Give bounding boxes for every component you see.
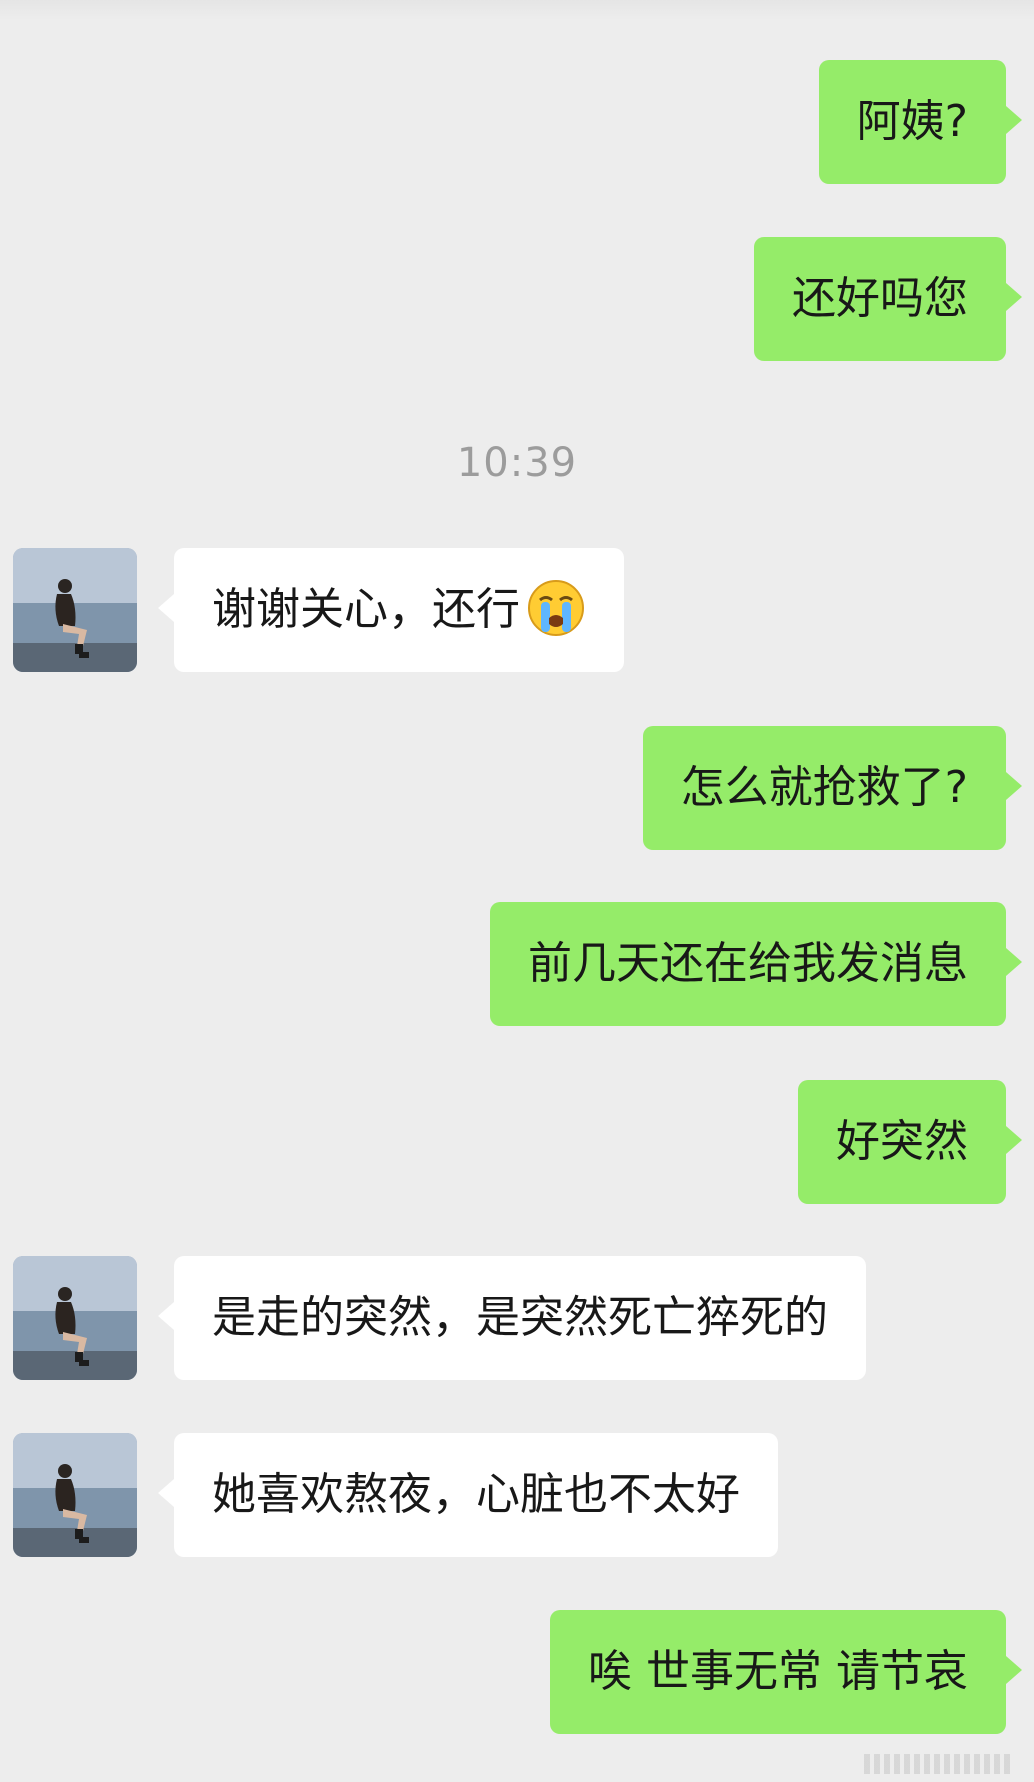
- contact-avatar[interactable]: [13, 1256, 137, 1380]
- avatar-photo-icon: [13, 548, 137, 672]
- message-text: 怎么就抢救了?: [680, 762, 968, 813]
- message-bubble-outgoing[interactable]: 还好吗您: [754, 237, 1022, 361]
- message-text: 阿姨?: [856, 96, 968, 147]
- message-text: 谢谢关心，还行: [212, 584, 520, 635]
- contact-avatar[interactable]: [13, 548, 137, 672]
- message-text: 是走的突然，是突然死亡猝死的: [212, 1292, 828, 1343]
- message-bubble-outgoing[interactable]: 唉 世事无常 请节哀: [550, 1610, 1022, 1734]
- message-text: 好突然: [836, 1116, 968, 1167]
- message-text: 前几天还在给我发消息: [528, 938, 968, 989]
- message-bubble-outgoing[interactable]: 怎么就抢救了?: [642, 726, 1023, 850]
- message-text: 唉 世事无常 请节哀: [588, 1646, 968, 1697]
- avatar-photo-icon: [13, 1433, 137, 1557]
- chat-message-list[interactable]: 阿姨? 还好吗您 10:39 谢谢关心，还行 怎么就抢救了? 前几天还在给我发消…: [0, 0, 1034, 1782]
- avatar-photo-icon: [13, 1256, 137, 1380]
- message-timestamp: 10:39: [456, 440, 578, 486]
- message-bubble-outgoing[interactable]: 前几天还在给我发消息: [490, 902, 1022, 1026]
- watermark: [864, 1754, 1014, 1774]
- message-text: 还好吗您: [792, 273, 968, 324]
- top-divider: [0, 0, 1034, 20]
- message-bubble-outgoing[interactable]: 好突然: [798, 1080, 1022, 1204]
- message-bubble-outgoing[interactable]: 阿姨?: [818, 60, 1023, 184]
- message-text: 她喜欢熬夜，心脏也不太好: [212, 1469, 740, 1520]
- contact-avatar[interactable]: [13, 1433, 137, 1557]
- message-bubble-incoming[interactable]: 谢谢关心，还行: [158, 548, 624, 672]
- message-bubble-incoming[interactable]: 是走的突然，是突然死亡猝死的: [158, 1256, 866, 1380]
- message-bubble-incoming[interactable]: 她喜欢熬夜，心脏也不太好: [158, 1433, 778, 1557]
- loudly-crying-face-icon: [526, 578, 586, 638]
